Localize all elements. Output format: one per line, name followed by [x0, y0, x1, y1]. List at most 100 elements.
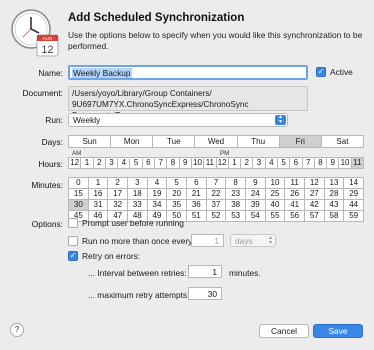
minute-cell[interactable]: 53: [226, 211, 245, 221]
minute-cell[interactable]: 22: [206, 189, 226, 199]
max-attempts-field[interactable]: 30: [188, 287, 222, 300]
minute-cell[interactable]: 14: [344, 178, 363, 188]
minute-cell[interactable]: 6: [186, 178, 206, 188]
hour-cell[interactable]: 6: [142, 158, 155, 168]
name-field[interactable]: Weekly Backup: [68, 65, 308, 80]
hour-cell[interactable]: 10: [191, 158, 204, 168]
minute-cell[interactable]: 26: [285, 189, 304, 199]
hour-cell[interactable]: 4: [265, 158, 277, 168]
run-limit-checkbox[interactable]: Run no more than once every: [68, 236, 192, 246]
minute-cell[interactable]: 20: [167, 189, 186, 199]
minute-cell[interactable]: 57: [304, 211, 324, 221]
minute-cell[interactable]: 31: [88, 200, 108, 210]
hour-cell[interactable]: 6: [290, 158, 302, 168]
day-cell[interactable]: Fri: [279, 136, 321, 147]
minute-cell[interactable]: 7: [206, 178, 226, 188]
minute-cell[interactable]: 44: [344, 200, 363, 210]
minute-cell[interactable]: 39: [245, 200, 265, 210]
save-button[interactable]: Save: [313, 324, 363, 338]
hour-cell[interactable]: 11: [204, 158, 216, 168]
hour-cell[interactable]: 9: [327, 158, 339, 168]
hour-cell[interactable]: 3: [253, 158, 265, 168]
day-cell[interactable]: Tue: [153, 136, 195, 147]
help-button[interactable]: ?: [10, 323, 24, 337]
hour-cell[interactable]: 12: [216, 158, 228, 168]
hour-cell[interactable]: 2: [93, 158, 105, 168]
minute-cell[interactable]: 59: [344, 211, 363, 221]
minute-cell[interactable]: 11: [285, 178, 304, 188]
hour-cell[interactable]: 8: [167, 158, 179, 168]
minute-cell[interactable]: 30: [69, 200, 88, 210]
minute-cell[interactable]: 23: [226, 189, 245, 199]
hour-cell[interactable]: 12: [69, 158, 81, 168]
hour-cell[interactable]: 4: [118, 158, 130, 168]
minute-cell[interactable]: 42: [304, 200, 324, 210]
minute-cell[interactable]: 12: [304, 178, 324, 188]
minute-cell[interactable]: 32: [108, 200, 127, 210]
active-checkbox[interactable]: ✓ Active: [316, 67, 353, 77]
hour-cell[interactable]: 1: [81, 158, 93, 168]
minute-cell[interactable]: 56: [285, 211, 304, 221]
minute-cell[interactable]: 5: [167, 178, 186, 188]
hour-cell[interactable]: 8: [314, 158, 327, 168]
minute-cell[interactable]: 55: [265, 211, 285, 221]
minute-cell[interactable]: 38: [226, 200, 245, 210]
minute-cell[interactable]: 18: [127, 189, 147, 199]
minute-cell[interactable]: 28: [324, 189, 344, 199]
minute-cell[interactable]: 37: [206, 200, 226, 210]
hour-cell[interactable]: 5: [277, 158, 290, 168]
minute-cell[interactable]: 4: [147, 178, 167, 188]
hour-cell[interactable]: 7: [302, 158, 314, 168]
minute-cell[interactable]: 24: [245, 189, 265, 199]
hour-cell[interactable]: 1: [228, 158, 241, 168]
minute-cell[interactable]: 27: [304, 189, 324, 199]
hour-cell[interactable]: 9: [179, 158, 191, 168]
hour-cell[interactable]: 2: [241, 158, 253, 168]
day-cell[interactable]: Thu: [237, 136, 279, 147]
minute-cell[interactable]: 1: [88, 178, 108, 188]
minute-cell[interactable]: 52: [206, 211, 226, 221]
minute-cell[interactable]: 35: [167, 200, 186, 210]
minute-cell[interactable]: 36: [186, 200, 206, 210]
hour-cell[interactable]: 11: [351, 158, 363, 168]
minute-cell[interactable]: 9: [245, 178, 265, 188]
cancel-button[interactable]: Cancel: [259, 324, 309, 338]
run-popup[interactable]: Weekly ▴ ▾: [68, 113, 288, 127]
minute-cell[interactable]: 3: [127, 178, 147, 188]
prompt-checkbox[interactable]: Prompt user before running: [68, 218, 184, 228]
run-limit-value-field[interactable]: 1: [191, 234, 224, 247]
interval-field[interactable]: 1: [188, 265, 222, 278]
minute-cell[interactable]: 58: [324, 211, 344, 221]
minute-cell[interactable]: 21: [186, 189, 206, 199]
minute-cell[interactable]: 17: [108, 189, 127, 199]
minute-cell[interactable]: 15: [69, 189, 88, 199]
hour-cell[interactable]: 7: [155, 158, 167, 168]
options-label: Options:: [31, 219, 63, 229]
hour-cell[interactable]: 3: [105, 158, 118, 168]
minute-cell[interactable]: 40: [265, 200, 285, 210]
hour-cell[interactable]: 10: [339, 158, 351, 168]
minute-cell[interactable]: 8: [226, 178, 245, 188]
minute-cell[interactable]: 41: [285, 200, 304, 210]
day-cell[interactable]: Mon: [111, 136, 153, 147]
day-cell[interactable]: Sun: [69, 136, 111, 147]
minute-cell[interactable]: 34: [147, 200, 167, 210]
day-cell[interactable]: Sat: [321, 136, 363, 147]
minute-cell[interactable]: 19: [147, 189, 167, 199]
minute-cell[interactable]: 2: [108, 178, 127, 188]
minute-cell[interactable]: 43: [324, 200, 344, 210]
day-cell[interactable]: Wed: [195, 136, 237, 147]
minute-cell[interactable]: 25: [265, 189, 285, 199]
run-label: Run:: [45, 115, 63, 125]
retry-checkbox[interactable]: ✓ Retry on errors:: [68, 251, 140, 261]
minute-cell[interactable]: 51: [186, 211, 206, 221]
minute-cell[interactable]: 33: [127, 200, 147, 210]
run-limit-unit-popup[interactable]: days ▴ ▾: [230, 234, 276, 247]
minute-cell[interactable]: 0: [69, 178, 88, 188]
minute-cell[interactable]: 54: [245, 211, 265, 221]
hour-cell[interactable]: 5: [130, 158, 142, 168]
minute-cell[interactable]: 13: [324, 178, 344, 188]
minute-cell[interactable]: 16: [88, 189, 108, 199]
minute-cell[interactable]: 29: [344, 189, 363, 199]
minute-cell[interactable]: 10: [265, 178, 285, 188]
